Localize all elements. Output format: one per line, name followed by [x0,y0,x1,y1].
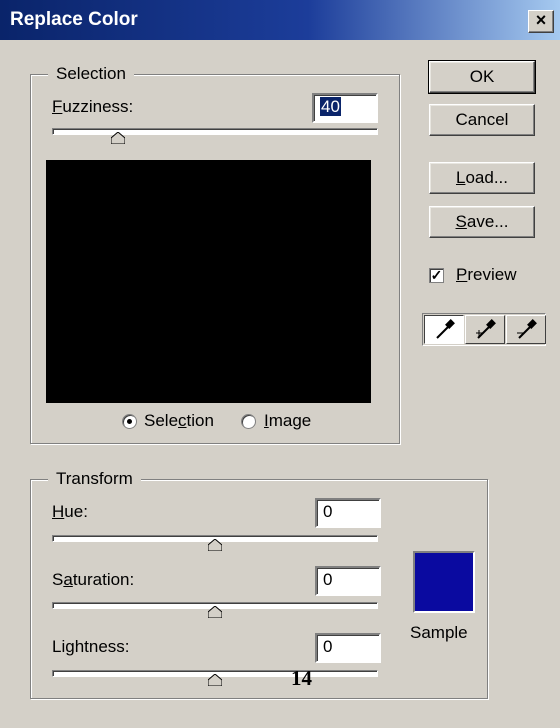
eyedropper-toolbar [422,313,546,346]
preview-label[interactable]: Preview [456,265,516,285]
fuzziness-input[interactable]: 40 [312,93,378,123]
eyedropper-icon [425,319,463,347]
image-radio[interactable] [241,414,256,429]
lightness-label: Lightness: [52,637,130,656]
fuzziness-label: Fuzziness: [52,97,134,116]
saturation-label: Saturation: [52,570,135,589]
dialog-title: Replace Color [10,9,138,30]
eyedropper-plus-icon [466,319,504,347]
saturation-input[interactable]: 0 [315,566,381,596]
sample-swatch[interactable] [413,551,475,613]
transform-legend: Transform [48,469,141,489]
selection-legend: Selection [48,64,134,84]
eyedropper-plus-tool[interactable] [465,315,505,344]
save-button[interactable]: Save... [429,206,535,238]
hue-input[interactable]: 0 [315,498,381,528]
eyedropper-minus-tool[interactable] [506,315,546,344]
title-bar: Replace Color × [0,0,560,40]
ok-button[interactable]: OK [428,60,536,94]
preview-checkbox[interactable]: ✓ [429,268,444,283]
eyedropper-minus-icon [507,319,545,347]
image-radio-label[interactable]: Image [264,411,311,431]
fuzziness-slider-track[interactable] [52,128,378,135]
sample-color [415,553,473,611]
selection-radio[interactable] [122,414,137,429]
close-button[interactable]: × [528,10,554,33]
load-button[interactable]: Load... [429,162,535,194]
hue-label: Hue: [52,502,88,521]
lightness-input[interactable]: 0 [315,633,381,663]
selection-preview-area[interactable] [46,160,371,403]
cancel-button[interactable]: Cancel [429,104,535,136]
fuzziness-slider-thumb[interactable] [111,132,125,144]
sample-label: Sample [410,623,468,642]
selection-radio-label[interactable]: Selection [144,411,214,431]
saturation-slider-thumb[interactable] [208,606,222,618]
eyedropper-tool[interactable] [424,315,464,344]
page-number: 14 [291,666,312,690]
hue-slider-thumb[interactable] [208,539,222,551]
lightness-slider-thumb[interactable] [208,674,222,686]
